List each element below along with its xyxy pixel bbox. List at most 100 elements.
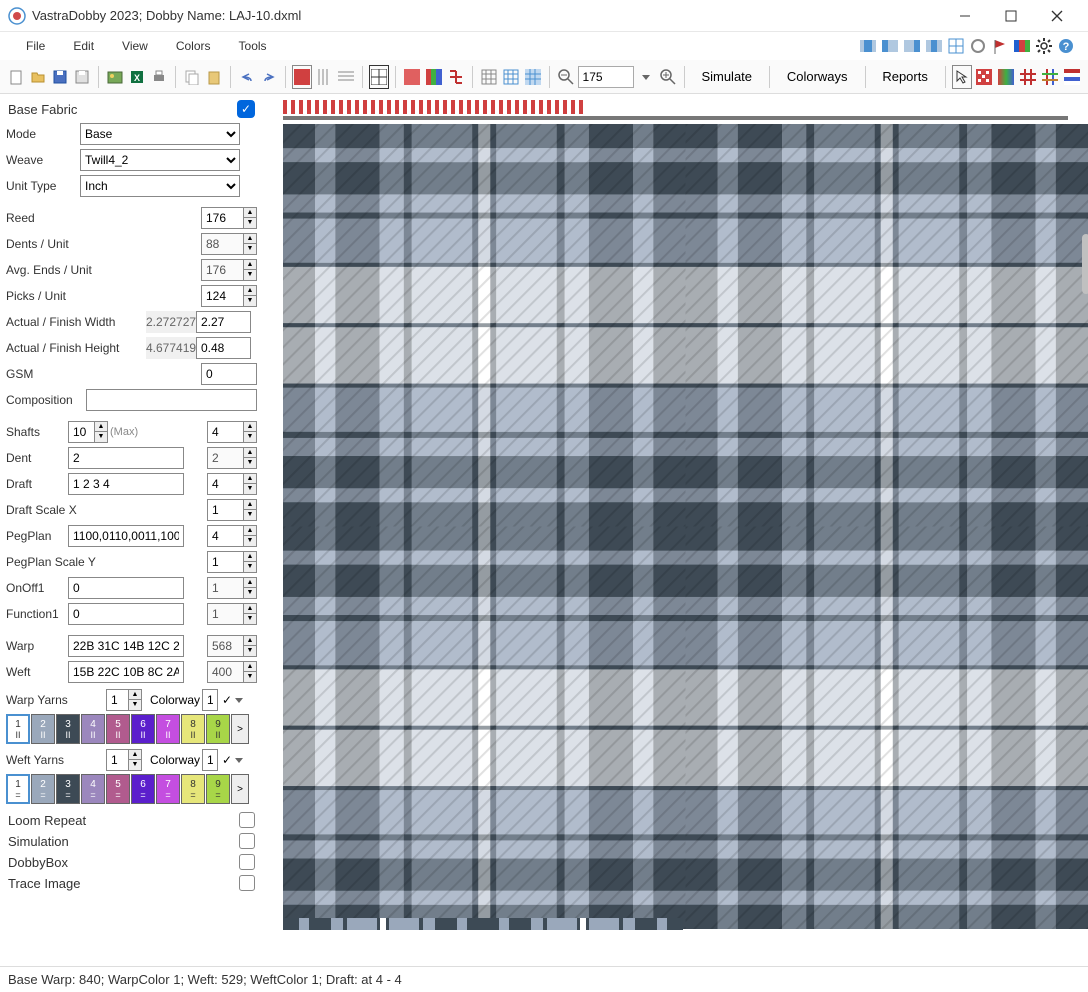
vertical-scrollbar[interactable] <box>1082 234 1088 294</box>
colorway2-input[interactable] <box>202 749 218 771</box>
open-icon[interactable] <box>28 65 48 89</box>
gradient-icon[interactable] <box>996 65 1016 89</box>
menu-edit[interactable]: Edit <box>59 35 108 57</box>
pattern-bluegrid-filled-icon[interactable] <box>523 65 543 89</box>
weft-input[interactable] <box>68 661 184 683</box>
undo-icon[interactable] <box>237 65 257 89</box>
af-width-2[interactable] <box>196 311 251 333</box>
pattern-swastika-icon[interactable] <box>446 65 466 89</box>
yarn-swatch[interactable]: 2= <box>31 774 55 804</box>
circle-icon[interactable] <box>968 36 988 56</box>
copy-icon[interactable] <box>182 65 202 89</box>
pegplan-scale-y-input[interactable] <box>207 551 243 573</box>
dent-input[interactable] <box>68 447 184 469</box>
close-button[interactable] <box>1034 0 1080 32</box>
palette-icon[interactable] <box>1012 36 1032 56</box>
draft-v2-input[interactable] <box>207 473 243 495</box>
fabric-canvas[interactable] <box>263 94 1088 966</box>
yarn-swatch[interactable]: 6= <box>131 774 155 804</box>
pattern-red-icon[interactable] <box>402 65 422 89</box>
warp-colorway-checkbox[interactable]: ✓ <box>222 693 232 707</box>
new-icon[interactable] <box>6 65 26 89</box>
zoom-out-icon[interactable] <box>555 65 575 89</box>
yarn-nav-next[interactable]: > <box>231 714 249 744</box>
yarn-swatch[interactable]: 8= <box>181 774 205 804</box>
flag-icon[interactable] <box>990 36 1010 56</box>
red-check-icon[interactable] <box>974 65 994 89</box>
yarn-swatch[interactable]: 4II <box>81 714 105 744</box>
colorway-input[interactable] <box>202 689 218 711</box>
saveas-icon[interactable] <box>72 65 92 89</box>
yarn-nav-next[interactable]: > <box>231 774 249 804</box>
excel-icon[interactable]: X <box>127 65 147 89</box>
hash-red-icon[interactable] <box>1018 65 1038 89</box>
shafts-v2-input[interactable] <box>207 421 243 443</box>
save-icon[interactable] <box>50 65 70 89</box>
stripes-icon[interactable] <box>1062 65 1082 89</box>
menu-colors[interactable]: Colors <box>162 35 225 57</box>
photo-icon[interactable] <box>105 65 125 89</box>
loom-repeat-checkbox[interactable] <box>239 812 255 828</box>
arrow-icon[interactable] <box>952 65 972 89</box>
onoff1-input[interactable] <box>68 577 184 599</box>
yarn-swatch[interactable]: 7II <box>156 714 180 744</box>
yarn-swatch[interactable]: 9II <box>206 714 230 744</box>
pattern-bluegrid-icon[interactable] <box>501 65 521 89</box>
view-icon-1[interactable] <box>858 36 878 56</box>
unit-type-select[interactable]: Inch <box>80 175 240 197</box>
gear-icon[interactable] <box>1034 36 1054 56</box>
gsm-input[interactable] <box>201 363 257 385</box>
view-icon-2[interactable] <box>880 36 900 56</box>
shafts-input[interactable] <box>68 421 94 443</box>
trace-image-checkbox[interactable] <box>239 875 255 891</box>
view-icon-3[interactable] <box>902 36 922 56</box>
picks-unit-input[interactable] <box>201 285 243 307</box>
redo-icon[interactable] <box>259 65 279 89</box>
print-icon[interactable] <box>149 65 169 89</box>
mode-select[interactable]: Base <box>80 123 240 145</box>
view-icon-4[interactable] <box>924 36 944 56</box>
yarn-swatch[interactable]: 1II <box>6 714 30 744</box>
menu-view[interactable]: View <box>108 35 162 57</box>
yarn-swatch[interactable]: 3= <box>56 774 80 804</box>
draft-input[interactable] <box>68 473 184 495</box>
reports-button[interactable]: Reports <box>871 65 939 88</box>
simulation-checkbox[interactable] <box>239 833 255 849</box>
minimize-button[interactable] <box>942 0 988 32</box>
base-fabric-header[interactable]: Base Fabric ✓ <box>6 98 257 120</box>
pattern-grid4-icon[interactable] <box>369 65 389 89</box>
composition-input[interactable] <box>86 389 257 411</box>
yarn-swatch[interactable]: 9= <box>206 774 230 804</box>
help-icon[interactable]: ? <box>1056 36 1076 56</box>
zoom-input[interactable] <box>578 66 634 88</box>
yarn-swatch[interactable]: 4= <box>81 774 105 804</box>
yarn-swatch[interactable]: 3II <box>56 714 80 744</box>
pegplan-v2-input[interactable] <box>207 525 243 547</box>
yarn-swatch[interactable]: 5II <box>106 714 130 744</box>
pattern-grid-icon[interactable] <box>479 65 499 89</box>
weave-select[interactable]: Twill4_2 <box>80 149 240 171</box>
yarn-swatch[interactable]: 5= <box>106 774 130 804</box>
pattern-rainbow-icon[interactable] <box>424 65 444 89</box>
yarn-swatch[interactable]: 2II <box>31 714 55 744</box>
weft-yarns-input[interactable] <box>106 749 128 771</box>
yarn-swatch[interactable]: 6II <box>131 714 155 744</box>
menu-tools[interactable]: Tools <box>225 35 281 57</box>
zoom-in-icon[interactable] <box>658 65 678 89</box>
maximize-button[interactable] <box>988 0 1034 32</box>
grid-view-icon[interactable] <box>946 36 966 56</box>
zoom-dropdown-icon[interactable] <box>636 65 656 89</box>
weft-colorway-checkbox[interactable]: ✓ <box>222 753 232 767</box>
menu-file[interactable]: File <box>12 35 59 57</box>
yarn-swatch[interactable]: 1= <box>6 774 30 804</box>
simulate-button[interactable]: Simulate <box>690 65 763 88</box>
pattern-vlines-icon[interactable] <box>314 65 334 89</box>
warp-input[interactable] <box>68 635 184 657</box>
warp-yarns-input[interactable] <box>106 689 128 711</box>
pattern-solid-icon[interactable] <box>292 65 312 89</box>
function1-input[interactable] <box>68 603 184 625</box>
base-fabric-checkbox[interactable]: ✓ <box>237 100 255 118</box>
pegplan-input[interactable] <box>68 525 184 547</box>
colorways-button[interactable]: Colorways <box>776 65 859 88</box>
af-height-2[interactable] <box>196 337 251 359</box>
